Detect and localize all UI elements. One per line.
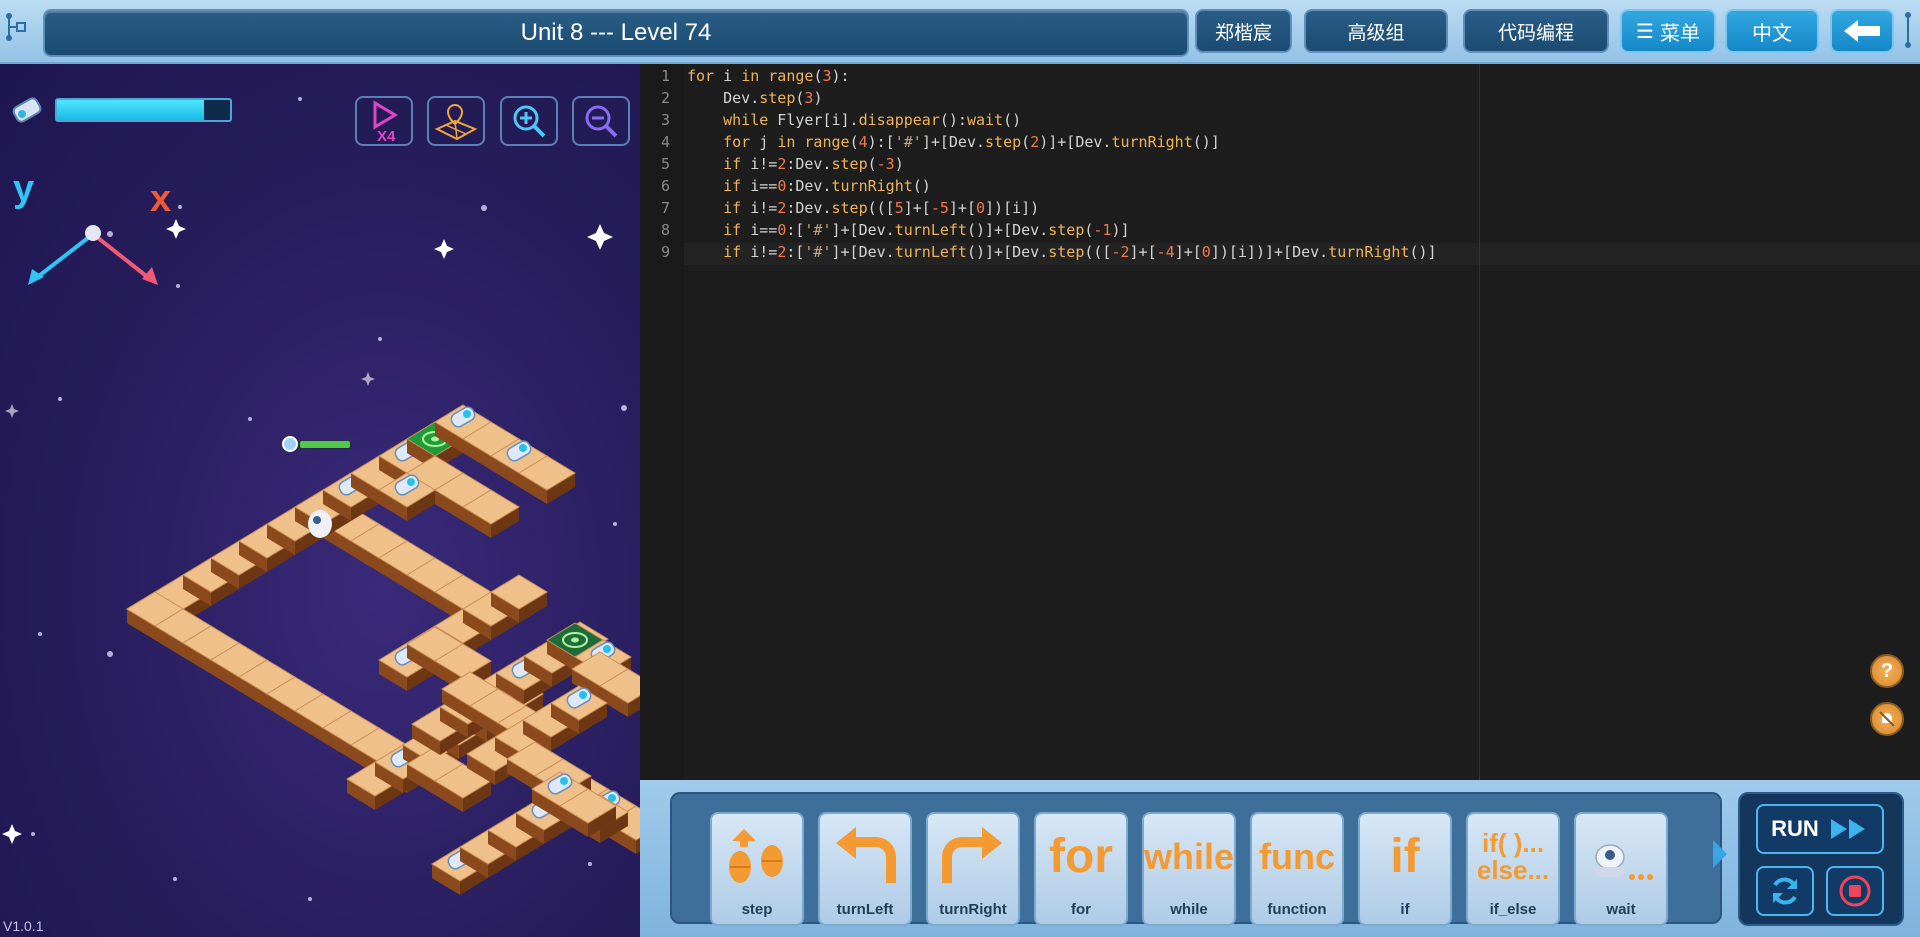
- code-line[interactable]: if i==0:Dev.turnRight(): [687, 177, 931, 195]
- menu-label: 菜单: [1659, 22, 1700, 45]
- block-glyph: if( )... else...: [1468, 818, 1558, 896]
- stop-icon: [1839, 875, 1871, 907]
- code-line[interactable]: for j in range(4):['#']+[Dev.step(2)]+[D…: [687, 133, 1220, 151]
- fast-forward-icon: [1830, 819, 1865, 839]
- code-line[interactable]: if i!=2:Dev.step(-3): [687, 155, 904, 173]
- language-button[interactable]: 中文: [1725, 9, 1819, 53]
- refresh-icon: [1773, 877, 1797, 905]
- group-button[interactable]: 高级组: [1304, 9, 1448, 53]
- block-step[interactable]: step: [710, 812, 804, 926]
- line-number: 4: [660, 133, 670, 151]
- mode-button[interactable]: 代码编程: [1463, 9, 1609, 53]
- block-toolbar: step turnLeft turnRight for for while while fun…: [640, 780, 1920, 937]
- game-viewport[interactable]: X4 y x V1.0.1: [0, 64, 640, 937]
- block-glyph: for: [1036, 818, 1126, 896]
- block-glyph: func: [1252, 818, 1342, 896]
- block-glyph-text: for: [1049, 829, 1113, 883]
- print-margin-guide: [1479, 64, 1480, 780]
- more-blocks-arrow-icon[interactable]: [1713, 840, 1727, 868]
- block-glyph-text: else...: [1476, 855, 1550, 885]
- code-blocks-panel: step turnLeft turnRight for for while while fun…: [670, 792, 1722, 926]
- help-icon: ?: [1880, 659, 1894, 682]
- block-label: if: [1400, 901, 1410, 918]
- turn-left-arrow-icon: [820, 818, 910, 896]
- block-label: turnLeft: [836, 901, 894, 918]
- code-line[interactable]: if i!=2:['#']+[Dev.turnLeft()]+[Dev.step…: [687, 243, 1436, 261]
- line-number: 1: [660, 67, 670, 85]
- code-editor[interactable]: 1 2 3 4 5 6 7 8 9 for i in range(3): Dev.step(3)…: [640, 64, 1920, 780]
- block-label: wait: [1606, 901, 1636, 918]
- block-label: function: [1267, 901, 1327, 918]
- block-label: turnRight: [939, 901, 1007, 918]
- block-for[interactable]: for for: [1034, 812, 1128, 926]
- block-label: while: [1170, 901, 1208, 918]
- code-line[interactable]: if i==0:['#']+[Dev.turnLeft()]+[Dev.step…: [687, 221, 1129, 239]
- run-button[interactable]: RUN: [1756, 804, 1884, 854]
- version-label: V1.0.1: [3, 918, 44, 934]
- back-button[interactable]: [1830, 9, 1894, 53]
- line-number: 6: [660, 177, 670, 195]
- mute-button[interactable]: [1870, 702, 1904, 736]
- block-turnleft[interactable]: turnLeft: [818, 812, 912, 926]
- line-number: 9: [660, 243, 670, 261]
- block-glyph-text: func: [1259, 836, 1335, 878]
- robot-character: [282, 436, 352, 538]
- block-if[interactable]: if if: [1358, 812, 1452, 926]
- help-button[interactable]: ?: [1870, 654, 1904, 688]
- stop-button[interactable]: [1826, 866, 1884, 916]
- footsteps-icon: [712, 818, 802, 896]
- block-glyph-text: while: [1143, 836, 1235, 878]
- list-icon: ☰: [1636, 20, 1654, 43]
- block-label: for: [1071, 901, 1091, 918]
- line-number: 3: [660, 111, 670, 129]
- level-title: Unit 8 --- Level 74: [43, 9, 1189, 57]
- code-line[interactable]: if i!=2:Dev.step(([5]+[-5]+[0])[i]): [687, 199, 1039, 217]
- top-bar: Unit 8 --- Level 74 郑楷宸 高级组 代码编程 ☰ 菜单 中文: [0, 0, 1920, 64]
- line-number: 2: [660, 89, 670, 107]
- menu-button[interactable]: ☰ 菜单: [1620, 9, 1716, 53]
- code-line[interactable]: Dev.step(3): [687, 89, 822, 107]
- block-function[interactable]: func function: [1250, 812, 1344, 926]
- block-glyph-text: if: [1390, 829, 1420, 883]
- block-glyph-text: if( )...: [1481, 827, 1545, 858]
- code-line[interactable]: for i in range(3):: [687, 67, 850, 85]
- code-line[interactable]: while Flyer[i].disappear():wait(): [687, 111, 1021, 129]
- block-wait[interactable]: wait: [1574, 812, 1668, 926]
- reset-button[interactable]: [1756, 866, 1814, 916]
- run-controls: RUN: [1738, 792, 1904, 926]
- run-label: RUN: [1771, 816, 1819, 841]
- block-turnright[interactable]: turnRight: [926, 812, 1020, 926]
- block-label: step: [741, 901, 773, 918]
- turn-right-arrow-icon: [928, 818, 1018, 896]
- block-glyph: if: [1360, 818, 1450, 896]
- line-number: 7: [660, 199, 670, 217]
- user-name-button[interactable]: 郑楷宸: [1195, 9, 1292, 53]
- panel-edge-icon: [1905, 12, 1911, 48]
- block-glyph: while: [1144, 818, 1234, 896]
- block-while[interactable]: while while: [1142, 812, 1236, 926]
- block-if-else[interactable]: if( )... else... if_else: [1466, 812, 1560, 926]
- line-number: 5: [660, 155, 670, 173]
- bell-off-icon: [1879, 711, 1895, 727]
- robot-wait-icon: [1576, 818, 1666, 896]
- line-number: 8: [660, 221, 670, 239]
- back-arrow-icon: [1844, 20, 1880, 42]
- block-label: if_else: [1489, 901, 1537, 918]
- network-icon: [6, 13, 26, 41]
